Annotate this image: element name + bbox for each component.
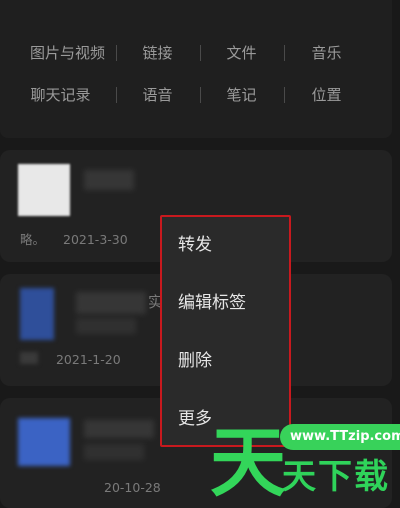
category-music[interactable]: 音乐 [279,41,374,65]
item-thumbnail [18,164,70,216]
item-sender: 略。 [20,232,46,247]
item-meta: 2021-1-20 [20,352,121,367]
menu-delete[interactable]: 删除 [178,349,212,373]
watermark-logo: 天 www.TTzip.com 天下载 [210,410,400,508]
category-files[interactable]: 文件 [194,41,289,65]
menu-more[interactable]: 更多 [178,407,212,431]
category-notes[interactable]: 笔记 [194,83,289,107]
blurred-subtitle [84,444,144,460]
item-meta: 略。 2021-3-30 [20,229,128,248]
category-chat-history[interactable]: 聊天记录 [13,83,108,107]
menu-edit-tags[interactable]: 编辑标签 [178,291,246,315]
item-date: 2021-3-30 [63,232,128,247]
favorites-screen: 图片与视频 链接 文件 音乐 聊天记录 语音 笔记 位置 略。 2021-3-3… [0,0,400,508]
watermark-url: www.TTzip.com [280,424,400,450]
category-links[interactable]: 链接 [110,41,205,65]
blurred-title [84,170,134,190]
item-thumbnail [20,288,54,340]
category-photos-videos[interactable]: 图片与视频 [20,41,115,65]
menu-forward[interactable]: 转发 [178,233,212,257]
watermark-big-char: 天 [210,418,286,507]
item-date: 20-10-28 [104,480,161,495]
blurred-subtitle [76,318,136,334]
item-meta: 20-10-28 [104,480,161,495]
category-location[interactable]: 位置 [279,83,374,107]
blurred-title [84,420,154,438]
item-sender-blurred [20,352,38,364]
blurred-title [76,292,146,314]
category-filter-panel: 图片与视频 链接 文件 音乐 聊天记录 语音 笔记 位置 [0,0,392,138]
category-voice[interactable]: 语音 [110,83,205,107]
item-date: 2021-1-20 [55,352,121,367]
item-thumbnail [18,418,70,466]
watermark-text: 天下载 [282,457,390,497]
